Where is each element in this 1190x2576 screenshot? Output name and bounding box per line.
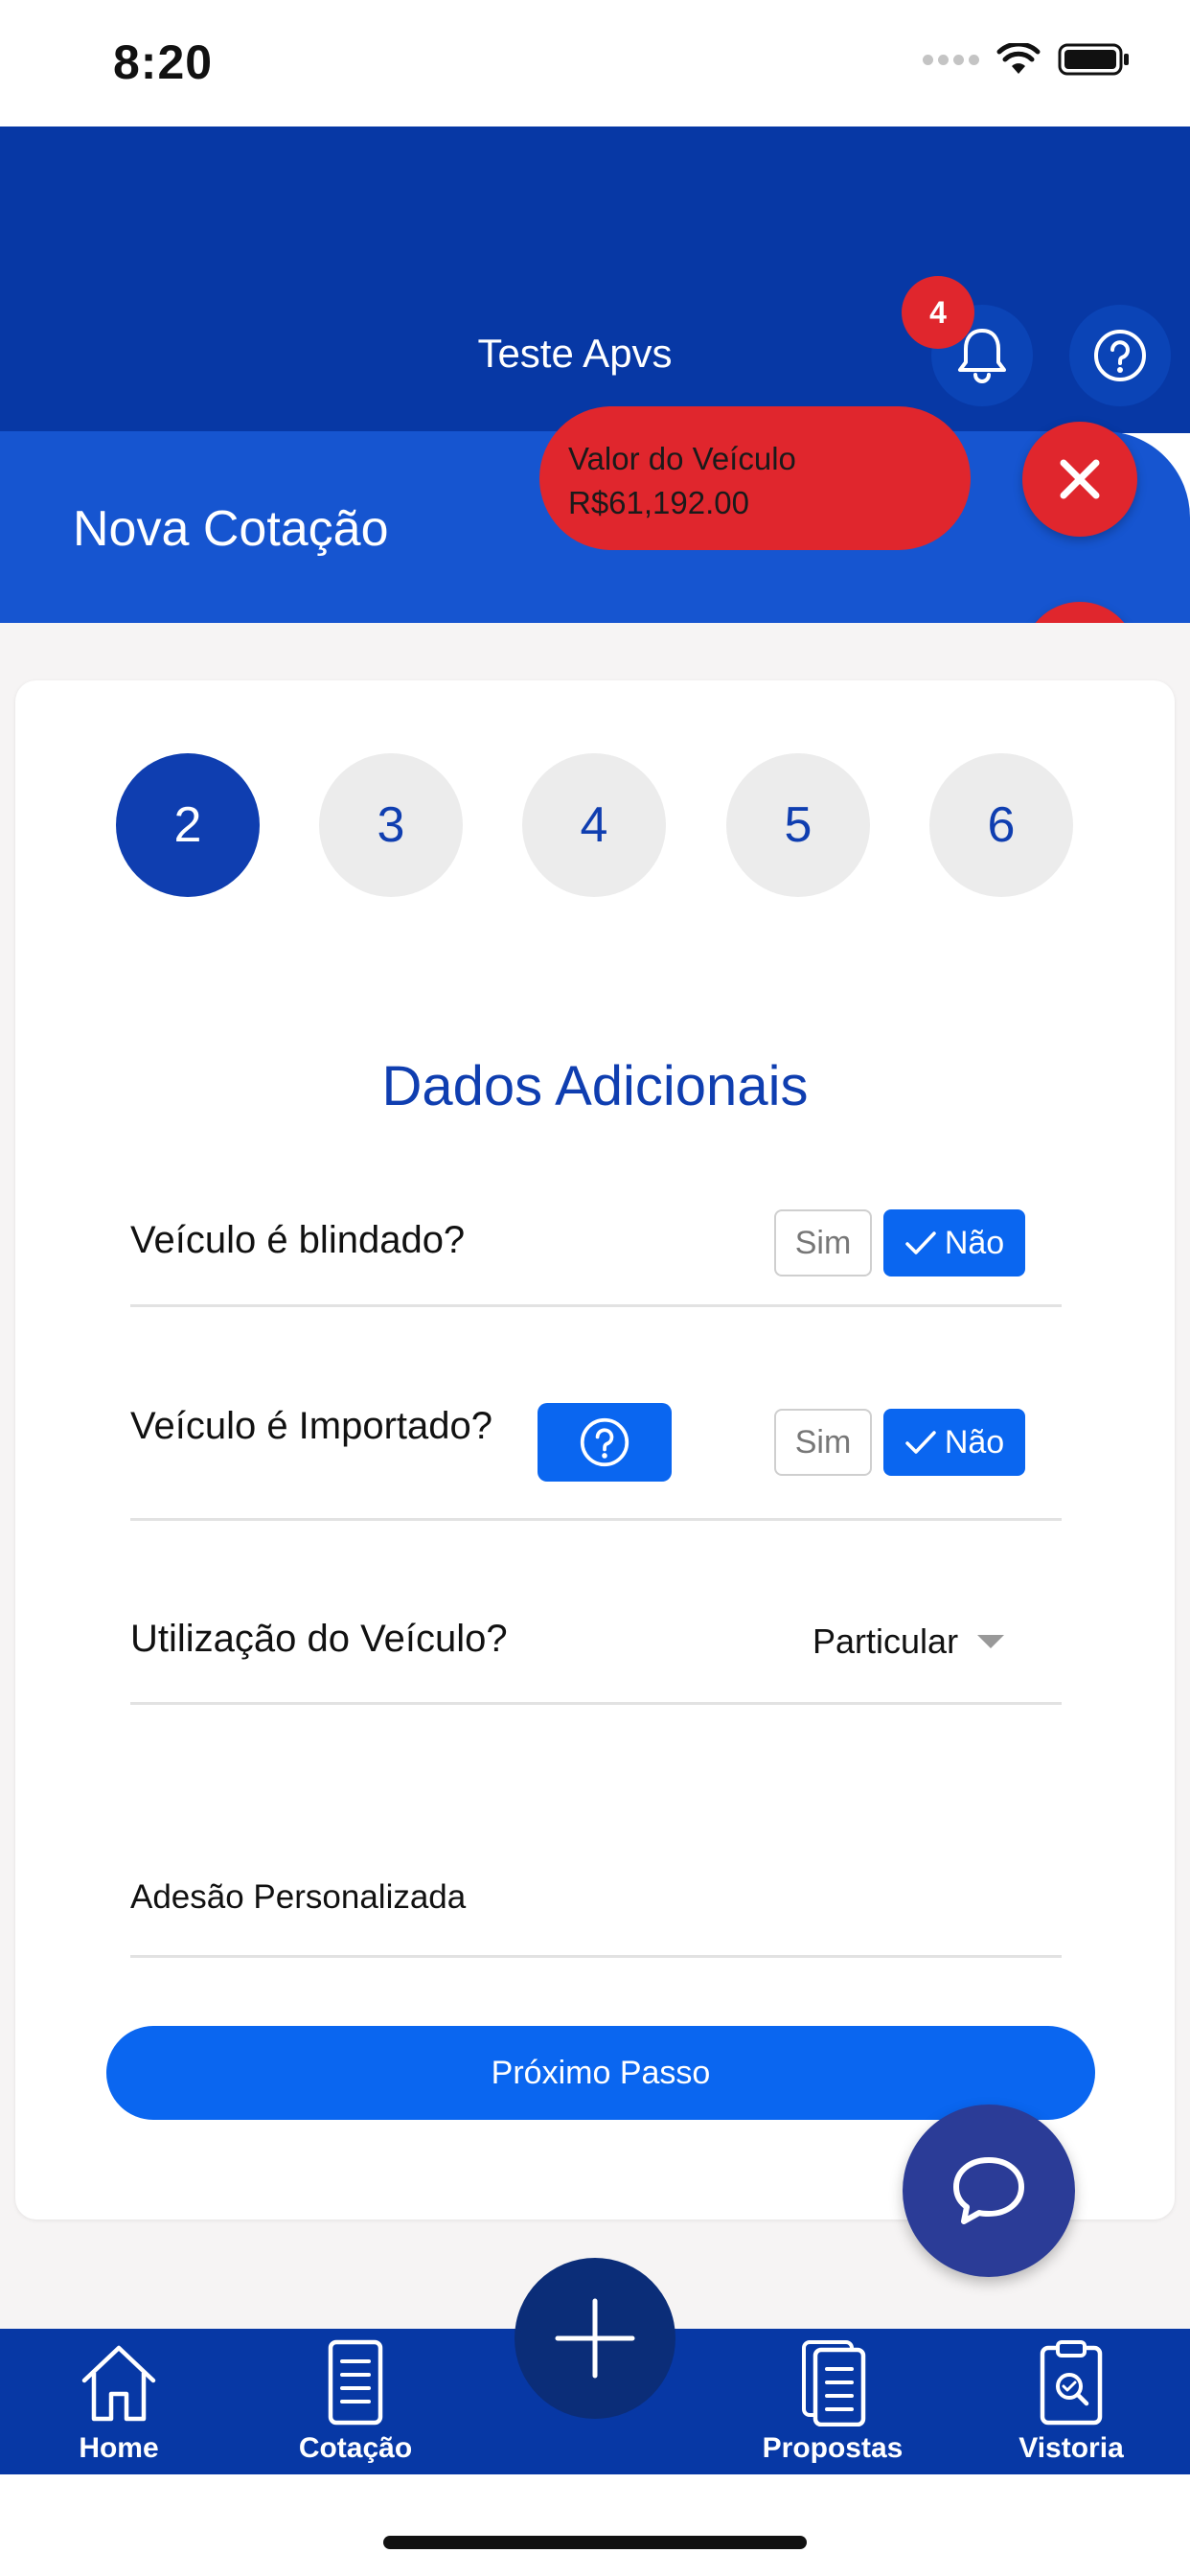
blindado-sim-button[interactable]: Sim — [774, 1209, 872, 1276]
notification-badge: 4 — [902, 276, 974, 349]
document-icon — [328, 2339, 383, 2426]
nav-home-label: Home — [79, 2432, 159, 2464]
question-utilizacao-label: Utilização do Veículo? — [130, 1618, 508, 1660]
next-step-button[interactable]: Próximo Passo — [106, 2026, 1095, 2120]
divider — [130, 1955, 1062, 1958]
page-title: Nova Cotação — [73, 501, 389, 557]
close-button[interactable] — [1022, 422, 1137, 537]
step-4[interactable]: 4 — [522, 753, 666, 897]
nav-vistoria[interactable]: Vistoria — [975, 2338, 1167, 2465]
divider — [130, 1304, 1062, 1307]
nav-propostas[interactable]: Propostas — [737, 2338, 928, 2465]
utilizacao-select-value: Particular — [812, 1622, 959, 1661]
new-quote-fab[interactable] — [515, 2258, 675, 2419]
importado-sim-button[interactable]: Sim — [774, 1409, 872, 1476]
home-icon — [81, 2345, 156, 2422]
blindado-nao-button[interactable]: Não — [883, 1209, 1025, 1276]
status-bar: 8:20 — [0, 0, 1190, 126]
nav-cotacao[interactable]: Cotação — [260, 2338, 451, 2465]
step-2[interactable]: 2 — [116, 753, 260, 897]
step-3[interactable]: 3 — [319, 753, 463, 897]
chat-button[interactable] — [903, 2104, 1075, 2277]
blindado-sim-label: Sim — [794, 1224, 852, 1261]
vehicle-value-tooltip: Valor do Veículo R$61,192.00 — [539, 406, 971, 550]
step-5[interactable]: 5 — [726, 753, 870, 897]
status-icons — [923, 42, 1131, 77]
help-icon — [1094, 330, 1146, 381]
nav-home[interactable]: Home — [23, 2338, 215, 2465]
vehicle-value-label: Valor do Veículo — [568, 441, 796, 476]
close-icon — [1060, 459, 1100, 499]
divider — [130, 1702, 1062, 1705]
question-blindado-label: Veículo é blindado? — [130, 1219, 466, 1261]
status-time: 8:20 — [113, 35, 214, 89]
home-indicator — [383, 2536, 807, 2549]
section-title: Dados Adicionais — [381, 1055, 809, 1117]
vehicle-value-amount: R$61,192.00 — [568, 485, 749, 520]
help-icon — [580, 1417, 629, 1467]
nav-cotacao-label: Cotação — [298, 2432, 413, 2464]
check-icon — [905, 1431, 936, 1454]
battery-icon — [1058, 43, 1129, 76]
nav-vistoria-label: Vistoria — [1018, 2432, 1124, 2464]
importado-help-button[interactable] — [538, 1403, 672, 1482]
importado-nao-button[interactable]: Não — [883, 1409, 1025, 1476]
clipboard-search-icon — [1040, 2340, 1103, 2426]
step-6[interactable]: 6 — [929, 753, 1073, 897]
caret-down-icon — [977, 1635, 1005, 1648]
adesao-personalizada-field[interactable]: Adesão Personalizada — [130, 1878, 466, 1917]
importado-nao-label: Não — [944, 1423, 1005, 1460]
blindado-nao-label: Não — [944, 1224, 1005, 1261]
importado-sim-label: Sim — [794, 1423, 852, 1460]
chat-bubble-icon — [953, 2157, 1024, 2224]
divider — [130, 1518, 1062, 1521]
wifi-icon — [996, 43, 1041, 74]
utilizacao-select[interactable]: Particular — [812, 1622, 1005, 1662]
nav-propostas-label: Propostas — [762, 2432, 904, 2464]
documents-icon — [802, 2340, 866, 2426]
help-button[interactable] — [1069, 305, 1171, 406]
check-icon — [905, 1231, 936, 1254]
plus-icon — [555, 2298, 635, 2379]
question-importado-label: Veículo é Importado? — [130, 1405, 493, 1447]
signal-icon — [923, 54, 979, 65]
